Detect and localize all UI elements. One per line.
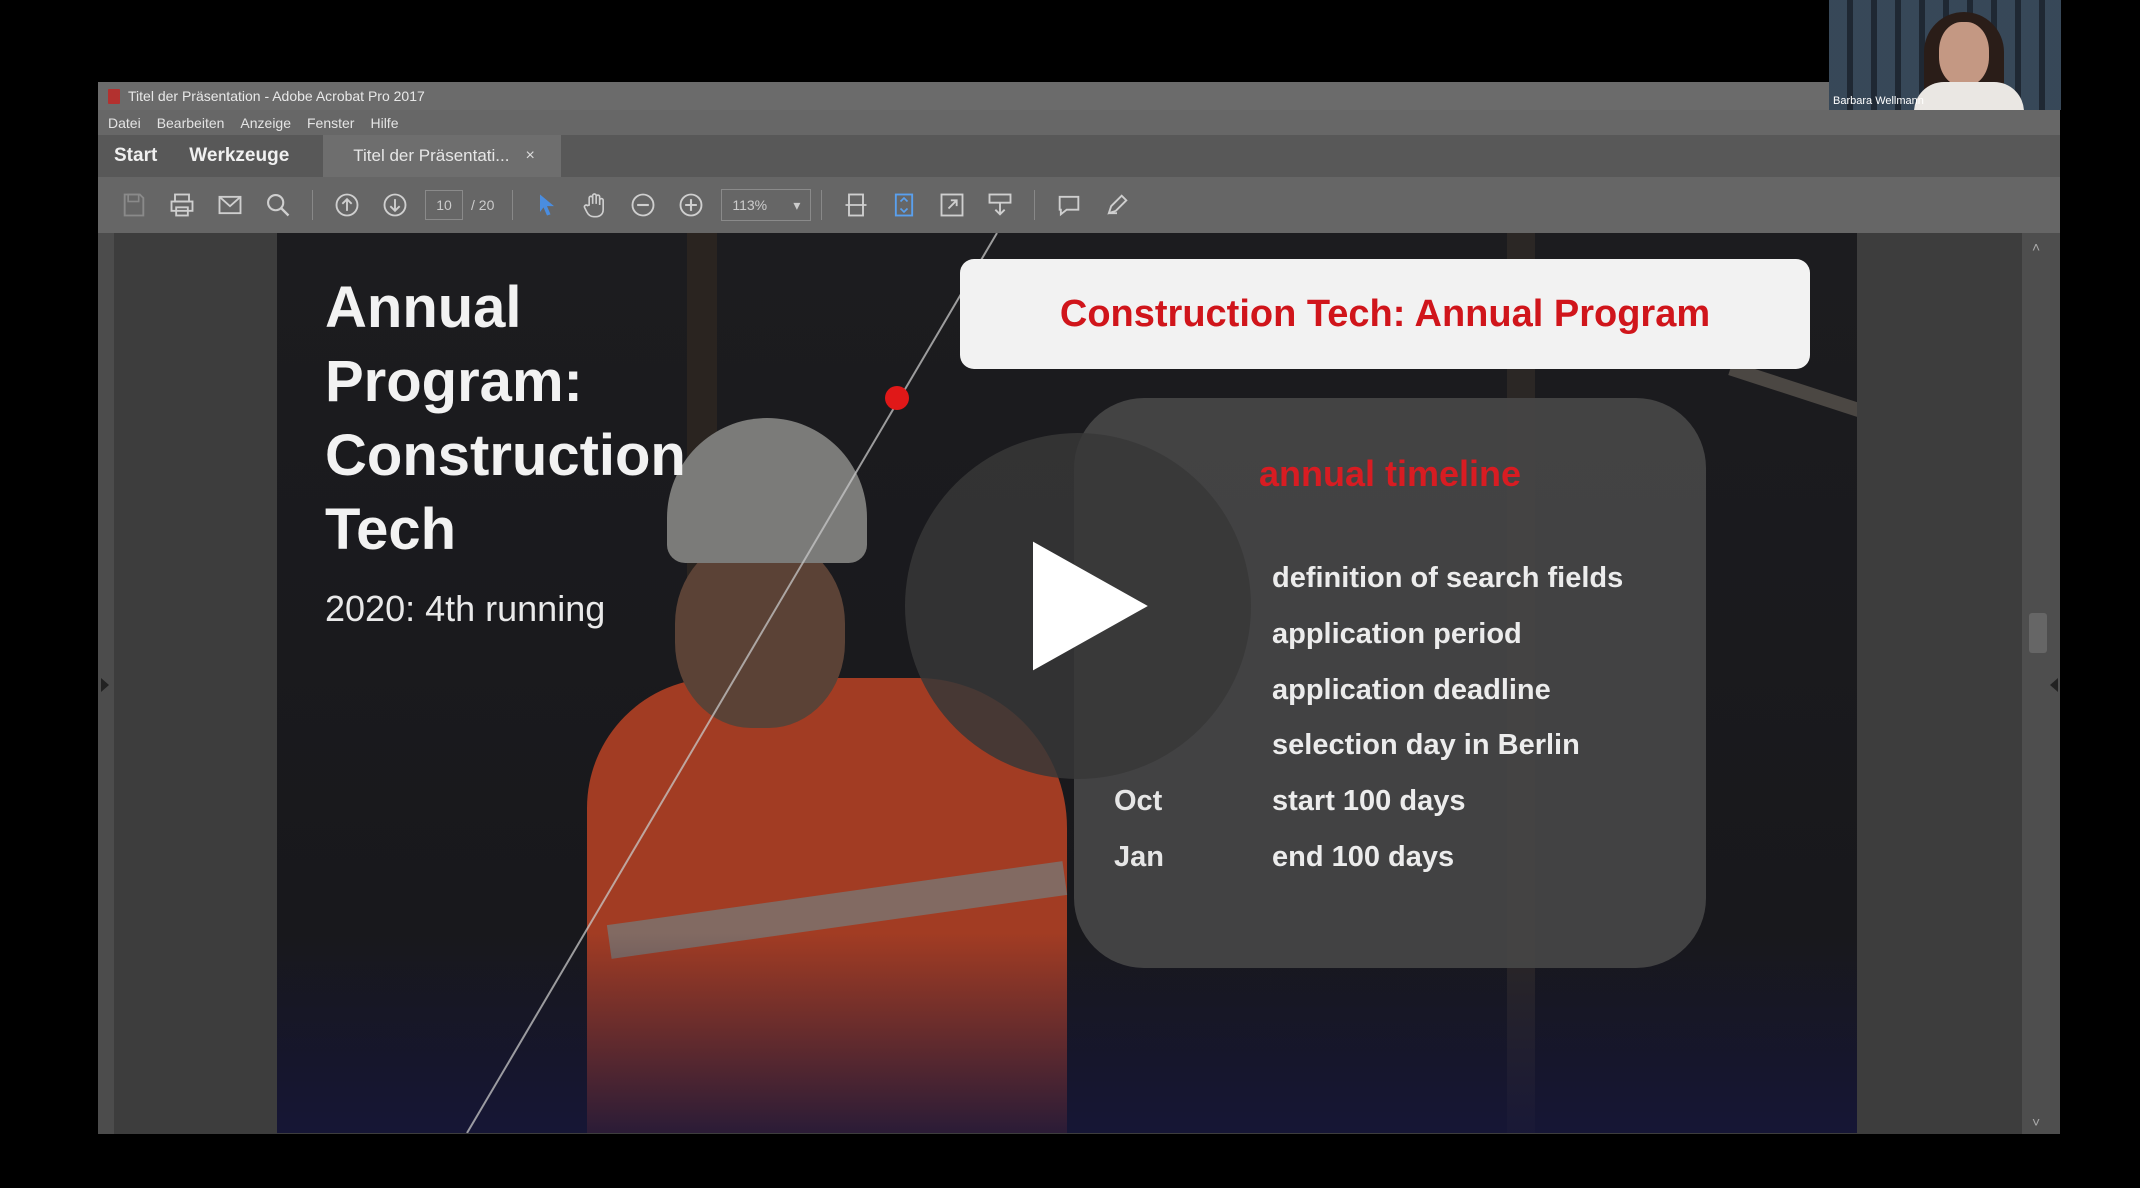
highlight-button[interactable]	[1100, 188, 1134, 222]
play-icon	[1033, 541, 1148, 671]
laser-pointer-dot	[885, 386, 909, 410]
page-scroll-icon	[895, 193, 914, 217]
webcam-name-label: Barbara Wellmann	[1833, 95, 1924, 107]
zoom-out-button[interactable]	[626, 188, 660, 222]
save-icon	[123, 193, 145, 217]
search-button[interactable]	[261, 188, 295, 222]
page-number-input[interactable]: 10	[425, 190, 463, 220]
hand-icon	[584, 193, 605, 218]
menu-hilfe[interactable]: Hilfe	[370, 115, 398, 131]
scroll-down-icon[interactable]: ˅	[2032, 1114, 2040, 1130]
page-total: / 20	[471, 197, 495, 213]
timeline-month: Jan	[1114, 840, 1164, 873]
tab-bar: Start Werkzeuge Titel der Präsentati... …	[98, 135, 2060, 177]
print-icon	[170, 193, 194, 217]
chevron-down-icon: ▾	[793, 196, 801, 213]
select-tool-button[interactable]	[530, 188, 564, 222]
toolbar-separator	[821, 190, 823, 220]
menu-anzeige[interactable]: Anzeige	[240, 115, 291, 131]
menu-datei[interactable]: Datei	[108, 115, 141, 131]
tab-start[interactable]: Start	[98, 135, 173, 177]
expand-right-icon[interactable]	[2050, 678, 2058, 692]
timeline-text: definition of search fields	[1272, 561, 1624, 594]
toolbar: 10 / 20 113% ▾	[98, 177, 2060, 233]
timeline-month: Oct	[1114, 784, 1163, 817]
timeline-text: application period	[1272, 617, 1522, 650]
speech-bubble-icon	[1059, 195, 1080, 217]
hand-tool-button[interactable]	[578, 188, 612, 222]
slide-title: Annual Program: Construction Tech	[325, 275, 686, 562]
timeline-row: Oct start 100 days	[1114, 781, 1465, 821]
window-title: Titel der Präsentation - Adobe Acrobat P…	[128, 88, 425, 104]
fit-page-icon	[845, 193, 867, 217]
toolbar-separator	[1034, 190, 1036, 220]
toolbar-separator	[312, 190, 313, 220]
cursor-arrow-icon	[540, 194, 555, 216]
slide-header-text: Construction Tech: Annual Program	[1059, 292, 1711, 335]
toolbar-separator	[512, 190, 514, 220]
vertical-scrollbar[interactable]: ˄ ˅	[2022, 233, 2060, 1134]
close-tab-icon[interactable]: ×	[525, 147, 534, 165]
tab-tools[interactable]: Werkzeuge	[173, 135, 305, 177]
timeline-text: application deadline	[1272, 673, 1551, 706]
read-mode-button[interactable]	[983, 188, 1017, 222]
presenter-body	[1914, 82, 2024, 110]
expand-icon	[940, 193, 964, 217]
arrow-down-circle-icon	[383, 193, 407, 217]
expand-left-icon	[101, 678, 109, 692]
minus-circle-icon	[631, 193, 655, 217]
fit-page-button[interactable]	[839, 188, 873, 222]
plus-circle-icon	[679, 193, 703, 217]
menu-fenster[interactable]: Fenster	[307, 115, 354, 131]
slide-subtitle: 2020: 4th running	[325, 588, 606, 629]
video-play-button[interactable]	[905, 433, 1251, 779]
next-page-button[interactable]	[378, 188, 412, 222]
previous-page-button[interactable]	[330, 188, 364, 222]
document-tab-label: Titel der Präsentati...	[353, 146, 510, 165]
zoom-value: 113%	[732, 197, 768, 213]
pen-icon	[1107, 194, 1129, 215]
slide-header-box: Construction Tech: Annual Program	[960, 259, 1810, 369]
timeline-text: selection day in Berlin	[1272, 728, 1580, 761]
timeline-text: end 100 days	[1272, 840, 1455, 873]
background-beam	[1728, 361, 1857, 419]
timeline-text: start 100 days	[1272, 784, 1466, 817]
search-icon	[267, 194, 290, 217]
title-bar: Titel der Präsentation - Adobe Acrobat P…	[98, 82, 2060, 110]
arrow-up-circle-icon	[335, 193, 359, 217]
zoom-select[interactable]: 113% ▾	[721, 189, 812, 221]
save-button[interactable]	[117, 188, 151, 222]
scrollbar-thumb[interactable]	[2029, 613, 2047, 653]
full-screen-button[interactable]	[935, 188, 969, 222]
mail-icon	[218, 195, 242, 215]
presenter-face	[1939, 22, 1989, 86]
comment-button[interactable]	[1052, 188, 1086, 222]
read-mode-icon	[988, 193, 1012, 216]
acrobat-app-icon	[108, 88, 120, 104]
webcam-thumbnail: Barbara Wellmann	[1829, 0, 2061, 110]
email-button[interactable]	[213, 188, 247, 222]
menu-bearbeiten[interactable]: Bearbeiten	[157, 115, 225, 131]
left-panel-toggle[interactable]	[98, 233, 114, 1134]
scroll-mode-button[interactable]	[887, 188, 921, 222]
scroll-up-icon[interactable]: ˄	[2032, 239, 2040, 255]
menu-bar: Datei Bearbeiten Anzeige Fenster Hilfe	[98, 110, 2060, 135]
timeline-row: Jan end 100 days	[1114, 837, 1454, 877]
tab-document[interactable]: Titel der Präsentati... ×	[323, 135, 562, 177]
zoom-in-button[interactable]	[674, 188, 708, 222]
print-button[interactable]	[165, 188, 199, 222]
